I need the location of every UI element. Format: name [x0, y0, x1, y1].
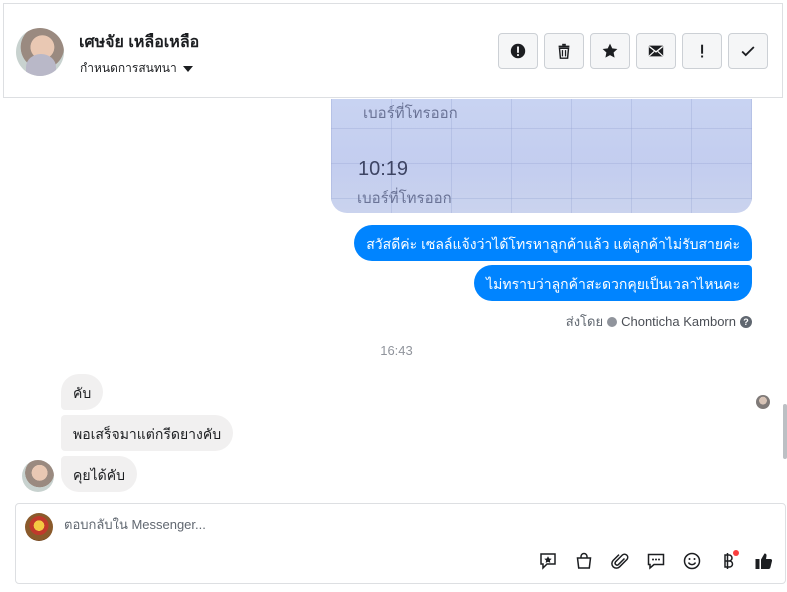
photo-time: 10:19: [358, 158, 409, 180]
sent-by-line: ส่งโดย Chonticha Kamborn ?: [566, 311, 752, 332]
alert-circle-icon: [510, 43, 526, 59]
star-button[interactable]: [590, 33, 630, 69]
conversation-settings-dropdown[interactable]: กำหนดการสนทนา: [80, 59, 193, 78]
reply-composer: [15, 503, 786, 584]
conversation-toolbar: [498, 33, 768, 69]
read-receipt-avatar: [756, 395, 770, 409]
trash-icon: [558, 43, 570, 59]
verified-icon: [607, 316, 618, 327]
reply-input[interactable]: [64, 517, 664, 532]
shop-bag-icon: [576, 552, 592, 569]
page-avatar: [25, 513, 53, 541]
outgoing-message[interactable]: สวัสดีค่ะ เซลล์แจ้งว่าได้โทรหาลูกค้าแล้ว…: [354, 225, 752, 261]
sender-avatar[interactable]: [22, 460, 54, 492]
contact-avatar[interactable]: [16, 28, 64, 76]
important-button[interactable]: [682, 33, 722, 69]
chat-bubble-icon: [647, 553, 665, 570]
like-icon: [755, 553, 773, 570]
payment-button[interactable]: [717, 550, 739, 572]
help-icon[interactable]: ?: [740, 315, 752, 328]
sent-by-prefix: ส่งโดย: [565, 314, 604, 329]
done-button[interactable]: [728, 33, 768, 69]
check-icon: [741, 46, 755, 57]
message-timestamp: 16:43: [380, 343, 413, 358]
outgoing-message[interactable]: ไม่ทราบว่าลูกค้าสะดวกคุยเป็นเวลาไหนคะ: [474, 265, 752, 301]
envelope-icon: [648, 45, 664, 57]
agent-name[interactable]: Chonticha Kamborn: [621, 314, 736, 329]
attachment-button[interactable]: [609, 550, 631, 572]
conversation-settings-label: กำหนดการสนทนา: [80, 61, 177, 75]
star-icon: [602, 43, 618, 58]
shop-button[interactable]: [573, 550, 595, 572]
conversation-header: เศษจัย เหลือเหลือ กำหนดการสนทนา: [3, 3, 783, 98]
incoming-message[interactable]: คับ: [61, 374, 104, 410]
spam-button[interactable]: [498, 33, 538, 69]
notification-dot: [733, 550, 739, 556]
exclamation-icon: [701, 44, 704, 58]
contact-name[interactable]: เศษจัย เหลือเหลือ: [79, 30, 199, 55]
like-button[interactable]: [753, 550, 775, 572]
chat-button[interactable]: [645, 550, 667, 572]
saved-reply-icon: [540, 553, 556, 570]
caret-down-icon: [182, 65, 193, 72]
delete-button[interactable]: [544, 33, 584, 69]
message-thread[interactable]: เบอร์ที่โทรออก 10:19 เบอร์ที่โทรออก สวัส…: [0, 99, 787, 499]
incoming-message[interactable]: พอเสร็จมาแต่กรีดยางคับ: [61, 415, 234, 451]
saved-reply-button[interactable]: [537, 550, 559, 572]
emoji-icon: [683, 552, 701, 570]
photo-caption-top: เบอร์ที่โทรออก: [363, 105, 458, 122]
incoming-message[interactable]: คุยได้คับ: [61, 456, 137, 492]
photo-attachment[interactable]: เบอร์ที่โทรออก 10:19 เบอร์ที่โทรออก: [331, 99, 752, 213]
composer-toolbar: [537, 550, 775, 572]
emoji-button[interactable]: [681, 550, 703, 572]
photo-caption-bottom: เบอร์ที่โทรออก: [357, 190, 452, 207]
scrollbar-thumb[interactable]: [783, 404, 787, 459]
attachment-icon: [611, 553, 629, 569]
mark-unread-button[interactable]: [636, 33, 676, 69]
